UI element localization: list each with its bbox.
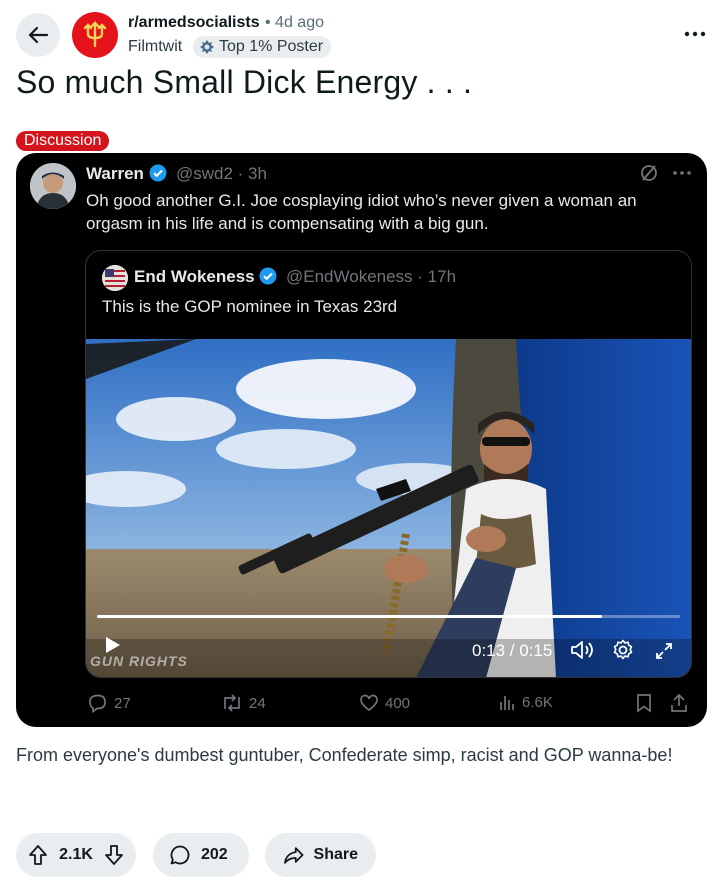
- flair-label: Top 1% Poster: [219, 38, 324, 55]
- tweet-text: Oh good another G.I. Joe cosplaying idio…: [86, 191, 637, 233]
- bookmark-action[interactable]: [636, 693, 652, 713]
- reply-count: 27: [114, 694, 131, 712]
- more-options-button[interactable]: [680, 22, 710, 46]
- verified-icon: [149, 164, 167, 182]
- post-age: • 4d ago: [265, 14, 324, 31]
- tweet-actions: 27 24 400 6.6K: [86, 693, 696, 717]
- quoted-tweet: End Wokeness @EndWokeness · 17h This is …: [85, 250, 692, 678]
- gear-icon: [613, 639, 633, 660]
- video-player[interactable]: GUN RIGHTS 0:13 / 0:15: [86, 339, 691, 677]
- verified-icon: [259, 267, 277, 285]
- tweet-top-icons: [639, 163, 691, 183]
- video-progress-fill: [97, 615, 603, 618]
- bookmark-icon: [637, 694, 651, 713]
- bar-chart-icon: [500, 696, 514, 710]
- vote-pill: 2.1K: [16, 833, 136, 877]
- share-button[interactable]: Share: [265, 833, 376, 877]
- reply-action[interactable]: 27: [88, 693, 131, 713]
- subreddit-name[interactable]: r/armedsocialists: [128, 14, 260, 32]
- vote-count: 2.1K: [59, 846, 93, 863]
- share-label: Share: [313, 846, 358, 863]
- retweet-count: 24: [249, 694, 266, 712]
- heart-icon: [360, 694, 378, 712]
- view-count: 6.6K: [522, 693, 553, 711]
- ellipsis-icon: [673, 171, 691, 175]
- quoted-author-name: End Wokeness: [134, 267, 277, 287]
- post-body: From everyone's dumbest guntuber, Confed…: [16, 745, 673, 765]
- expand-icon: [656, 643, 672, 659]
- tweet-author-handle: @swd2 · 3h: [176, 164, 267, 183]
- back-button[interactable]: [16, 13, 60, 57]
- video-progress-bar[interactable]: [97, 615, 680, 618]
- play-icon: [106, 637, 120, 653]
- upload-icon: [671, 693, 687, 712]
- fullscreen-button[interactable]: [654, 641, 674, 666]
- grok-icon: [641, 165, 657, 181]
- settings-button[interactable]: [612, 639, 634, 666]
- tweet-author-name: Warren: [86, 164, 167, 184]
- retweet-icon: [224, 694, 240, 712]
- badge-icon: [200, 40, 214, 54]
- tweet-share-action[interactable]: [670, 693, 688, 713]
- quoted-tweet-text: This is the GOP nominee in Texas 23rd: [102, 297, 398, 316]
- volume-button[interactable]: [570, 639, 594, 666]
- tweet-screenshot[interactable]: Warren @swd2 · 3h Oh good another G.I. J…: [16, 153, 707, 727]
- comment-icon: [170, 845, 190, 865]
- like-count: 400: [385, 694, 411, 712]
- trident-flag-icon: [83, 21, 107, 48]
- comment-count: 202: [201, 846, 228, 863]
- video-watermark: GUN RIGHTS: [90, 653, 188, 669]
- subreddit-avatar[interactable]: [72, 12, 118, 58]
- reply-icon: [89, 694, 106, 713]
- post-title: So much Small Dick Energy . . .: [16, 64, 473, 100]
- author-username[interactable]: Filmtwit: [128, 38, 182, 56]
- volume-icon: [571, 641, 593, 659]
- quoted-author-avatar: [102, 265, 128, 291]
- arrow-left-icon: [28, 26, 49, 44]
- upvote-icon[interactable]: [28, 844, 48, 866]
- quoted-author-handle: @EndWokeness · 17h: [286, 267, 457, 286]
- comments-button[interactable]: 202: [153, 833, 249, 877]
- post-flair-tag[interactable]: Discussion: [16, 131, 110, 151]
- video-frame: [86, 339, 691, 677]
- tweet-author-avatar: [30, 163, 76, 209]
- downvote-icon[interactable]: [104, 844, 124, 866]
- video-time: 0:13 / 0:15: [472, 641, 553, 660]
- like-action[interactable]: 400: [359, 693, 410, 713]
- ellipsis-icon: [684, 31, 706, 37]
- views-action[interactable]: 6.6K: [498, 693, 553, 711]
- retweet-action[interactable]: 24: [221, 693, 266, 713]
- user-flair: Top 1% Poster: [193, 36, 332, 58]
- share-arrow-icon: [284, 847, 304, 864]
